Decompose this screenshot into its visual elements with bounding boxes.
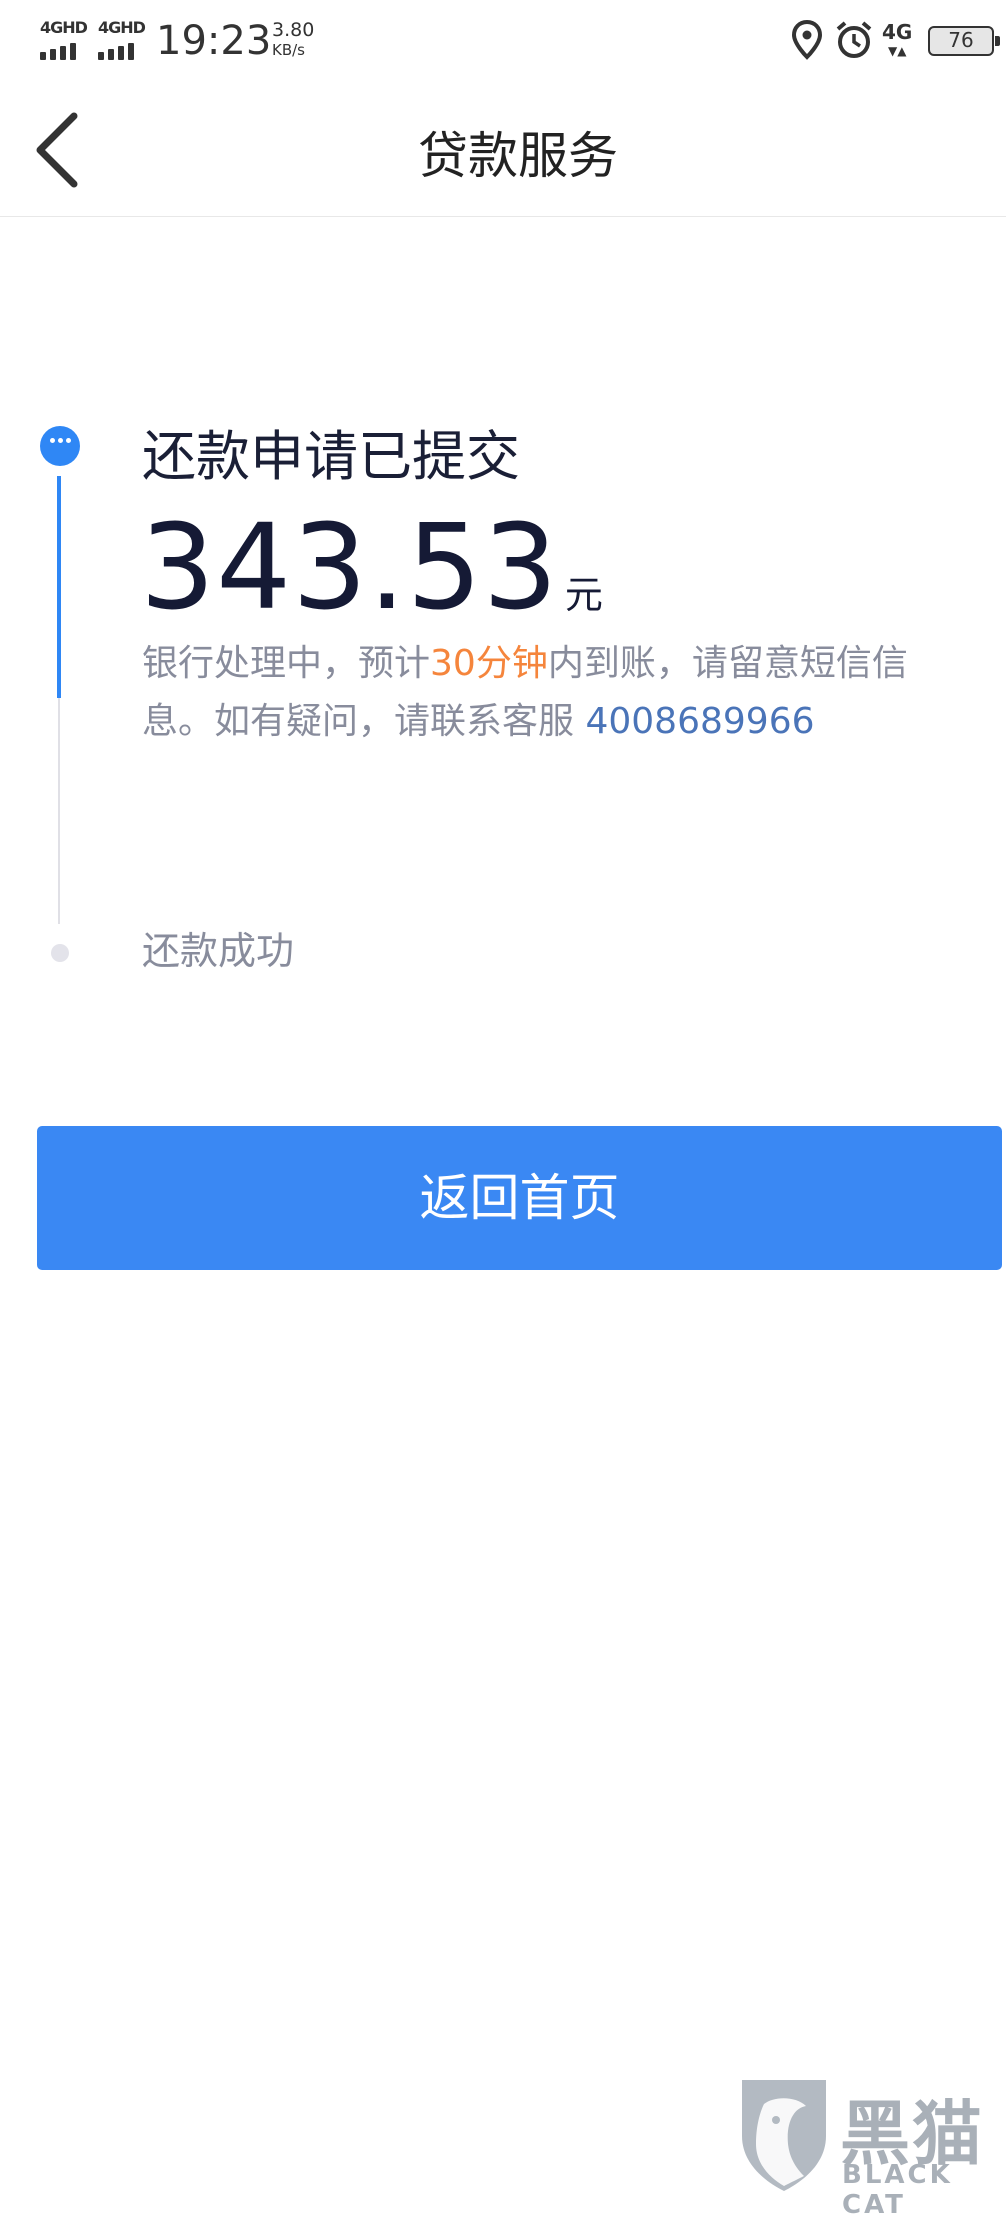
speed-unit: KB/s — [272, 41, 305, 59]
return-home-button[interactable]: 返回首页 — [37, 1126, 1002, 1270]
eta-highlight: 30分钟 — [430, 643, 548, 684]
nav-bar: 贷款服务 — [0, 86, 1006, 217]
cat-shield-icon — [742, 2080, 826, 2191]
watermark-en: BLACK CAT — [842, 2160, 953, 2220]
speed-value: 3.80 — [272, 19, 315, 41]
timeline-line-active — [57, 476, 61, 698]
signal-1-icon: 4GHD — [40, 18, 88, 60]
signal-2-icon: 4GHD — [98, 18, 146, 60]
timeline-line-pending — [58, 698, 60, 924]
amount-unit: 元 — [564, 573, 603, 617]
step-active-icon — [40, 426, 80, 466]
step-submitted-title: 还款申请已提交 — [142, 425, 520, 488]
signal-1-label: 4GHD — [40, 18, 88, 37]
battery-indicator: 76 — [928, 26, 1000, 56]
processing-description: 银行处理中，预计30分钟内到账，请留意短信信息。如有疑问，请联系客服 40086… — [142, 635, 962, 751]
watermark-logo: 黑猫 BLACK CAT — [734, 2074, 1006, 2220]
location-icon — [791, 20, 823, 60]
alarm-icon — [836, 21, 872, 58]
service-phone-link[interactable]: 4008689966 — [585, 701, 814, 742]
status-bar: 4GHD 4GHD 19:23 3.80 KB/s 4G ▼▲ 76 — [0, 0, 1006, 86]
network-label: 4G — [882, 20, 913, 44]
step-success-title: 还款成功 — [142, 929, 295, 973]
amount-row: 343.53 元 — [140, 498, 603, 636]
network-speed: 3.80 KB/s — [272, 20, 314, 60]
mobile-data-icon: 4G ▼▲ — [882, 20, 913, 58]
clock: 19:23 — [156, 18, 272, 64]
page-title: 贷款服务 — [418, 127, 618, 185]
signal-2-label: 4GHD — [98, 18, 146, 37]
step-pending-icon — [51, 944, 69, 962]
desc-text-1: 银行处理中，预计 — [142, 643, 431, 684]
amount-value: 343.53 — [140, 498, 559, 636]
